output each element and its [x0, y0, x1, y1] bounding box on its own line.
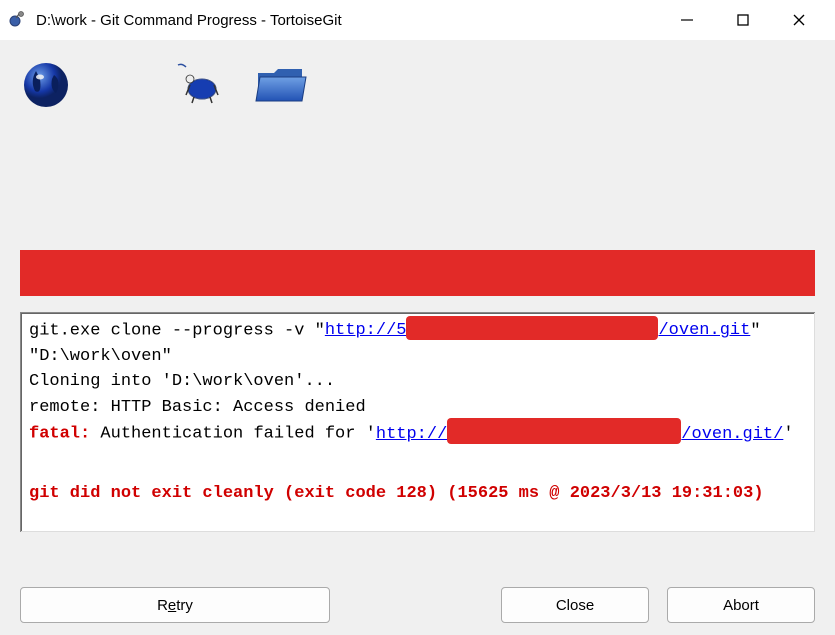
log-line-command: git.exe clone --progress -v "http://5/ov… [29, 318, 807, 369]
log-error-summary: git did not exit cleanly (exit code 128)… [29, 481, 807, 507]
dialog-buttons: Retry Close Abort [20, 587, 815, 623]
window-body: git.exe clone --progress -v "http://5/ov… [0, 40, 835, 635]
folder-icon [252, 59, 312, 116]
window-title: D:\work - Git Command Progress - Tortois… [36, 12, 659, 29]
log-line-cloning: Cloning into 'D:\work\oven'... [29, 369, 807, 395]
output-log[interactable]: git.exe clone --progress -v "http://5/ov… [20, 312, 815, 532]
log-line-fatal: fatal: Authentication failed for 'http:/… [29, 420, 807, 447]
minimize-button[interactable] [659, 4, 715, 36]
log-line-remote: remote: HTTP Basic: Access denied [29, 395, 807, 421]
clone-url-link[interactable]: http://5/oven.git [325, 321, 750, 340]
window-controls [659, 4, 827, 36]
close-dialog-button[interactable]: Close [501, 587, 649, 623]
app-icon [8, 8, 28, 33]
progress-error-bar [20, 250, 815, 296]
turtle-icon [176, 59, 228, 116]
maximize-button[interactable] [715, 4, 771, 36]
close-button[interactable] [771, 4, 827, 36]
titlebar: D:\work - Git Command Progress - Tortois… [0, 0, 835, 40]
fatal-url-link[interactable]: http:///oven.git/ [376, 425, 783, 444]
retry-button[interactable]: Retry [20, 587, 330, 623]
abort-button[interactable]: Abort [667, 587, 815, 623]
globe-icon [20, 59, 72, 116]
animation-icons [0, 40, 835, 130]
